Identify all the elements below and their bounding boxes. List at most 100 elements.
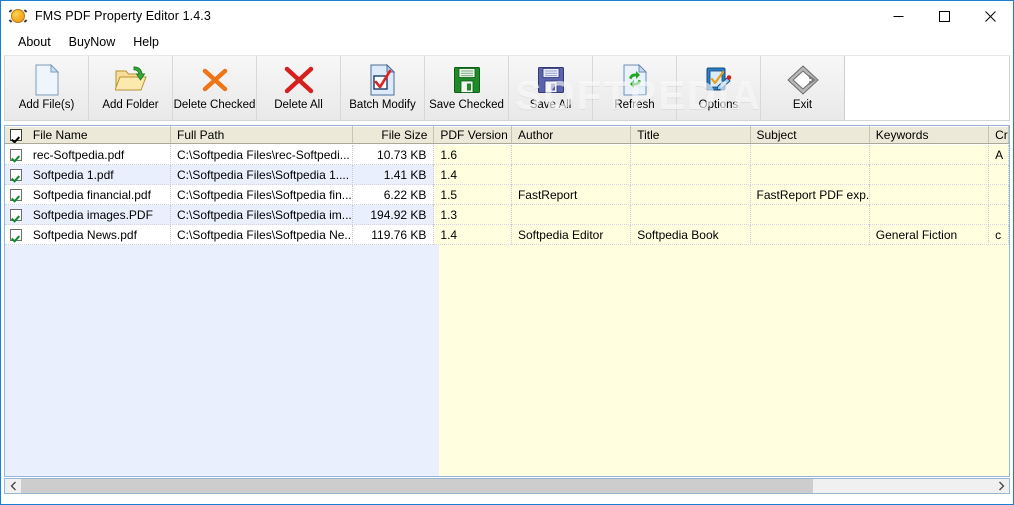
cell-title[interactable] (631, 145, 751, 165)
column-header-file-name[interactable]: File Name (27, 126, 171, 143)
window-controls (875, 1, 1013, 31)
window-title: FMS PDF Property Editor 1.4.3 (35, 9, 211, 23)
column-header-full-path[interactable]: Full Path (171, 126, 353, 143)
table-row[interactable]: rec-Softpedia.pdf C:\Softpedia Files\rec… (5, 145, 1009, 165)
delete-checked-label: Delete Checked (173, 99, 256, 111)
row-checkbox[interactable] (9, 229, 22, 241)
add-folder-button[interactable]: Add Folder (89, 56, 173, 120)
close-button[interactable] (967, 1, 1013, 31)
cell-keywords[interactable] (869, 185, 990, 205)
cell-pdf-version[interactable]: 1.5 (434, 185, 512, 205)
cell-keywords[interactable] (869, 205, 990, 225)
cell-subject[interactable]: FastReport PDF exp... (750, 185, 870, 205)
menu-item-help[interactable]: Help (124, 33, 168, 51)
scroll-right-button[interactable] (993, 479, 1009, 493)
cell-creator[interactable] (989, 185, 1009, 205)
menu-item-about[interactable]: About (9, 33, 60, 51)
cell-full-path: C:\Softpedia Files\Softpedia fin... (170, 185, 353, 205)
cell-author[interactable] (511, 165, 632, 185)
cell-title[interactable] (631, 205, 751, 225)
row-checkbox-cell[interactable] (5, 225, 27, 245)
row-checkbox-cell[interactable] (5, 205, 27, 225)
cell-title[interactable] (631, 185, 751, 205)
app-icon (8, 7, 28, 25)
horizontal-scrollbar[interactable] (4, 478, 1010, 494)
cell-title[interactable]: Softpedia Book (631, 225, 751, 245)
cell-creator[interactable] (989, 205, 1009, 225)
batch-modify-button[interactable]: Batch Modify (341, 56, 425, 120)
cell-author[interactable]: FastReport (511, 185, 632, 205)
row-checkbox[interactable] (9, 209, 22, 221)
cell-file-size: 1.41 KB (352, 165, 435, 185)
options-button[interactable]: Options (677, 56, 761, 120)
cell-file-size: 6.22 KB (352, 185, 435, 205)
cell-title[interactable] (631, 165, 751, 185)
cell-creator[interactable] (989, 165, 1009, 185)
cell-subject[interactable] (750, 165, 870, 185)
row-checkbox[interactable] (9, 189, 22, 201)
row-checkbox-cell[interactable] (5, 145, 27, 165)
cell-subject[interactable] (750, 225, 870, 245)
row-checkbox[interactable] (9, 169, 22, 181)
column-header-file-size[interactable]: File Size (353, 126, 435, 143)
page-refresh-icon (615, 62, 655, 98)
column-header-author[interactable]: Author (512, 126, 632, 143)
cell-creator[interactable]: c (989, 225, 1009, 245)
blue-floppy-icon (531, 62, 571, 98)
application-window: FMS PDF Property Editor 1.4.3 About BuyN… (0, 0, 1014, 505)
cell-full-path: C:\Softpedia Files\Softpedia 1.... (170, 165, 353, 185)
cell-subject[interactable] (750, 205, 870, 225)
select-all-checkbox[interactable] (9, 128, 22, 141)
column-header-select-all[interactable] (5, 126, 27, 143)
save-all-button[interactable]: Save All (509, 56, 593, 120)
table-row[interactable]: Softpedia 1.pdf C:\Softpedia Files\Softp… (5, 165, 1009, 185)
row-checkbox-cell[interactable] (5, 185, 27, 205)
refresh-button[interactable]: Refresh (593, 56, 677, 120)
add-files-button[interactable]: Add File(s) (5, 56, 89, 120)
row-checkbox[interactable] (9, 149, 22, 161)
menu-item-buynow[interactable]: BuyNow (60, 33, 125, 51)
save-checked-button[interactable]: Save Checked (425, 56, 509, 120)
delete-all-button[interactable]: Delete All (257, 56, 341, 120)
scrollbar-thumb[interactable] (21, 479, 814, 493)
cell-file-size: 10.73 KB (352, 145, 435, 165)
column-header-title[interactable]: Title (631, 126, 751, 143)
table-row[interactable]: Softpedia News.pdf C:\Softpedia Files\So… (5, 225, 1009, 245)
chevron-right-icon (998, 481, 1004, 491)
table-row[interactable]: Softpedia images.PDF C:\Softpedia Files\… (5, 205, 1009, 225)
toolbar-empty-space (845, 56, 1009, 120)
maximize-button[interactable] (921, 1, 967, 31)
cell-pdf-version[interactable]: 1.4 (434, 225, 512, 245)
column-header-creator[interactable]: Cr (989, 126, 1009, 143)
cell-keywords[interactable] (869, 165, 990, 185)
scrollbar-track[interactable] (21, 479, 993, 493)
cell-keywords[interactable] (869, 145, 990, 165)
page-checkmark-icon (363, 62, 403, 98)
cell-pdf-version[interactable]: 1.4 (434, 165, 512, 185)
cell-author[interactable] (511, 145, 632, 165)
save-all-label: Save All (529, 99, 572, 111)
cell-pdf-version[interactable]: 1.6 (434, 145, 512, 165)
exit-button[interactable]: Exit (761, 56, 845, 120)
scroll-left-button[interactable] (5, 479, 21, 493)
cell-file-name: Softpedia financial.pdf (26, 185, 171, 205)
toolbar-container: Add File(s) Add Folder Delete Checked De… (1, 53, 1013, 122)
table-row[interactable]: Softpedia financial.pdf C:\Softpedia Fil… (5, 185, 1009, 205)
minimize-button[interactable] (875, 1, 921, 31)
cell-full-path: C:\Softpedia Files\Softpedia im... (170, 205, 353, 225)
cell-pdf-version[interactable]: 1.3 (434, 205, 512, 225)
column-header-keywords[interactable]: Keywords (870, 126, 990, 143)
cell-author[interactable]: Softpedia Editor (511, 225, 632, 245)
row-checkbox-cell[interactable] (5, 165, 27, 185)
toolbar: Add File(s) Add Folder Delete Checked De… (4, 55, 1010, 121)
cell-author[interactable] (511, 205, 632, 225)
grid-header-row: File Name Full Path File Size PDF Versio… (5, 126, 1009, 144)
cell-subject[interactable] (750, 145, 870, 165)
cell-keywords[interactable]: General Fiction (869, 225, 990, 245)
cell-file-name: Softpedia News.pdf (26, 225, 171, 245)
cell-creator[interactable]: A (989, 145, 1009, 165)
cell-full-path: C:\Softpedia Files\Softpedia Ne... (170, 225, 353, 245)
column-header-pdf-version[interactable]: PDF Version (434, 126, 512, 143)
column-header-subject[interactable]: Subject (751, 126, 870, 143)
delete-checked-button[interactable]: Delete Checked (173, 56, 257, 120)
